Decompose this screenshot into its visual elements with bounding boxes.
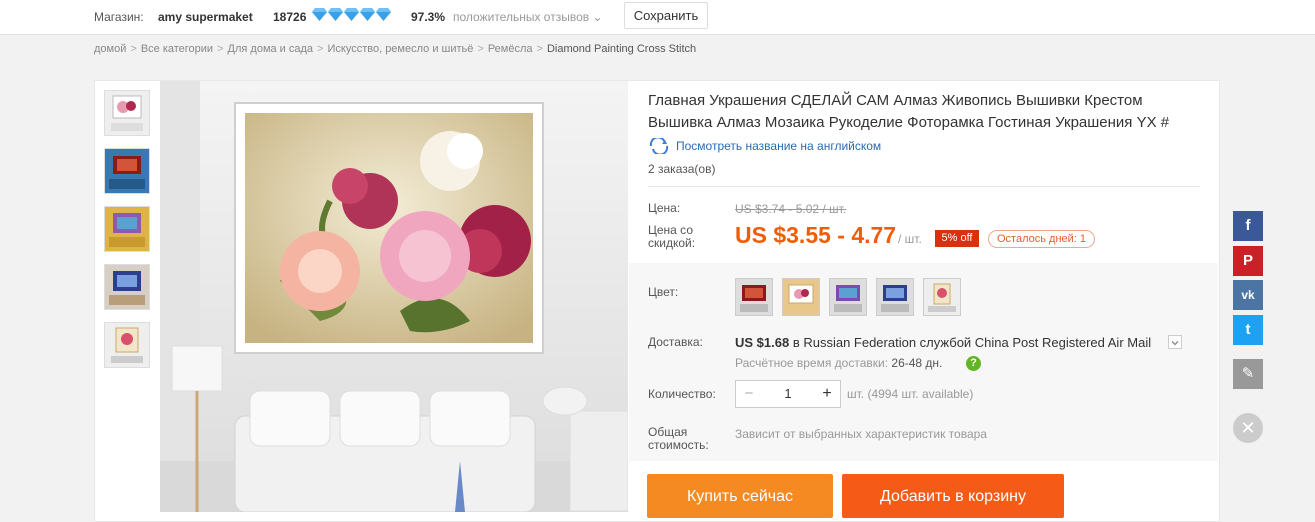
color-swatch-3[interactable]: [829, 278, 867, 316]
quantity-label: Количество:: [648, 387, 716, 401]
color-swatch-5[interactable]: [923, 278, 961, 316]
shipping-price: US $1.68: [735, 335, 790, 350]
color-swatch-4[interactable]: [876, 278, 914, 316]
thumbnail-2[interactable]: [104, 148, 150, 194]
shipping-destination: в Russian Federation службой China Post …: [789, 335, 1152, 350]
product-title: Главная Украшения СДЕЛАЙ САМ Алмаз Живоп…: [648, 92, 1170, 131]
breadcrumb-home-garden[interactable]: Для дома и сада: [228, 43, 314, 55]
breadcrumb-all-categories[interactable]: Все категории: [141, 43, 213, 55]
thumbnail-4[interactable]: [104, 264, 150, 310]
translate-link[interactable]: Посмотреть название на английском: [648, 138, 881, 154]
divider: [648, 186, 1200, 187]
diamond-icon: [376, 8, 391, 21]
add-to-cart-button[interactable]: Добавить в корзину: [842, 474, 1064, 518]
days-left-badge: Осталось дней: 1: [988, 230, 1096, 248]
twitter-icon[interactable]: t: [1233, 315, 1263, 345]
discount-badge: 5% off: [935, 230, 979, 247]
store-bar: Магазин: amy supermaket 18726 97.3% поло…: [0, 0, 1315, 35]
close-icon[interactable]: ✕: [1233, 413, 1263, 443]
help-icon[interactable]: ?: [966, 356, 981, 371]
translate-label[interactable]: Посмотреть название на английском: [676, 139, 881, 153]
positive-percent: 97.3%: [411, 10, 446, 24]
facebook-icon[interactable]: f: [1233, 211, 1263, 241]
quantity-stepper: − 1 +: [735, 380, 841, 408]
availability: шт. (4994 шт. available): [847, 387, 974, 401]
price-label: Цена:: [648, 201, 681, 215]
store-score: 18726: [273, 10, 307, 24]
shipping-label: Доставка:: [648, 335, 703, 349]
store-label: Магазин:: [94, 10, 144, 24]
diamond-icon: [360, 8, 375, 21]
diamond-icon: [328, 8, 343, 21]
vk-icon[interactable]: vk: [1233, 280, 1263, 310]
discount-price-label-line2: скидкой:: [648, 236, 696, 250]
color-swatch-1[interactable]: [735, 278, 773, 316]
breadcrumb: домой > Все категории > Для дома и сада …: [94, 43, 696, 55]
breadcrumb-separator: >: [477, 43, 484, 55]
shipping-info: US $1.68 в Russian Federation службой Ch…: [735, 335, 1151, 350]
color-label: Цвет:: [648, 285, 679, 299]
per-unit: / шт.: [898, 232, 922, 246]
original-price: US $3.74 - 5.02 / шт.: [735, 202, 847, 216]
thumbnail-1[interactable]: [104, 90, 150, 136]
buy-now-button[interactable]: Купить сейчас: [647, 474, 833, 518]
breadcrumb-separator: >: [217, 43, 224, 55]
diamond-icon: [344, 8, 359, 21]
delivery-estimate-label: Расчётное время доставки:: [735, 356, 889, 370]
thumbnail-list: [104, 90, 150, 380]
delivery-estimate: Расчётное время доставки: 26-48 дн.: [735, 356, 942, 370]
diamond-icon: [312, 8, 327, 21]
breadcrumb-separator: >: [317, 43, 324, 55]
pinterest-icon[interactable]: P: [1233, 246, 1263, 276]
rating-diamonds: [312, 8, 391, 21]
quantity-increase-button[interactable]: +: [814, 381, 840, 407]
total-label-line2: стоимость:: [648, 438, 709, 452]
edit-icon[interactable]: ✎: [1233, 359, 1263, 389]
total-value: Зависит от выбранных характеристик товар…: [735, 427, 987, 441]
breadcrumb-arts-crafts[interactable]: Искусство, ремесло и шитьё: [327, 43, 473, 55]
breadcrumb-separator: >: [536, 43, 543, 55]
shipping-dropdown[interactable]: [1168, 335, 1182, 349]
breadcrumb-current[interactable]: Diamond Painting Cross Stitch: [547, 43, 696, 55]
main-product-image[interactable]: [160, 81, 628, 512]
chevron-down-icon: [1171, 341, 1179, 346]
breadcrumb-separator: >: [130, 43, 137, 55]
thumbnail-5[interactable]: [104, 322, 150, 368]
breadcrumb-crafts[interactable]: Ремёсла: [488, 43, 533, 55]
quantity-input[interactable]: 1: [766, 381, 810, 407]
translate-icon: [649, 138, 669, 154]
quantity-decrease-button[interactable]: −: [736, 381, 762, 407]
save-store-button[interactable]: Сохранить: [624, 2, 708, 29]
color-swatch-2[interactable]: [782, 278, 820, 316]
feedback-dropdown[interactable]: положительных отзывов ⌄: [453, 10, 603, 24]
sale-price: US $3.55 - 4.77: [735, 222, 897, 248]
delivery-estimate-value: 26-48 дн.: [891, 356, 943, 370]
breadcrumb-home[interactable]: домой: [94, 43, 126, 55]
orders-count: 2 заказа(ов): [648, 162, 716, 176]
thumbnail-3[interactable]: [104, 206, 150, 252]
store-name[interactable]: amy supermaket: [158, 10, 253, 24]
